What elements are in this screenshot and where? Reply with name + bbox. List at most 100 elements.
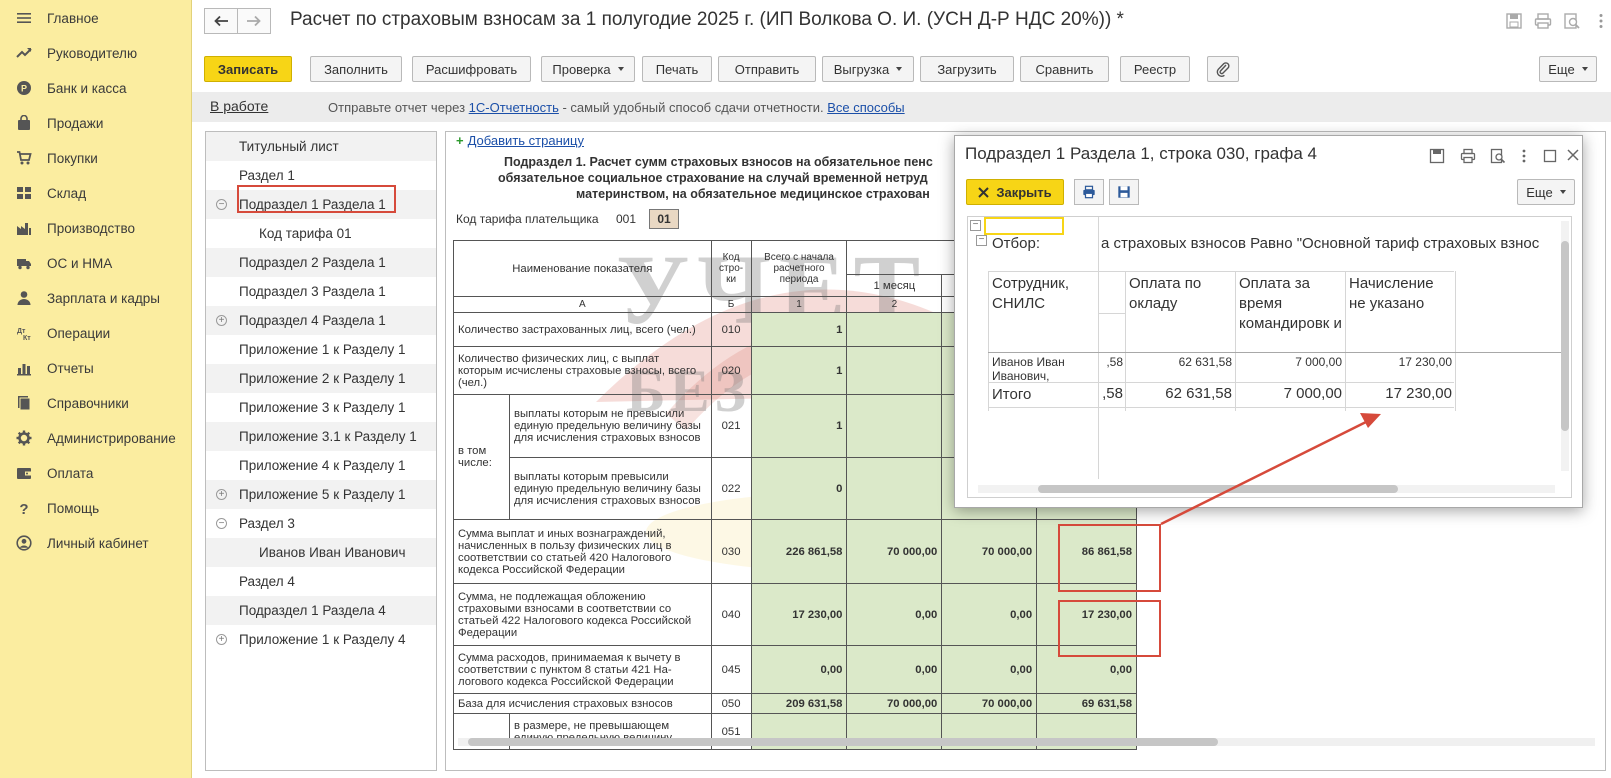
kebab-icon[interactable]: [1518, 148, 1530, 164]
cell[interactable]: 0,00: [941, 583, 1038, 646]
tree-item[interactable]: Подраздел 2 Раздела 1: [206, 248, 436, 277]
maximize-icon[interactable]: [1542, 148, 1558, 164]
sidebar-item-assets[interactable]: ОС и НМА: [0, 245, 192, 281]
cell[interactable]: 1: [750, 346, 848, 395]
tree-item[interactable]: Иванов Иван Иванович: [206, 538, 436, 567]
tree-item[interactable]: − Раздел 3: [206, 509, 436, 538]
sidebar-item-warehouse[interactable]: Склад: [0, 175, 192, 211]
cell[interactable]: 0,00: [1036, 645, 1137, 694]
cell[interactable]: 1: [750, 312, 848, 347]
tree-item[interactable]: Подраздел 3 Раздела 1: [206, 277, 436, 306]
cell[interactable]: [846, 346, 943, 395]
collapse-icon[interactable]: −: [216, 518, 227, 529]
save-button[interactable]: Записать: [204, 56, 292, 82]
tree-item-selected[interactable]: − Подраздел 1 Раздела 1: [206, 190, 436, 219]
decode-button[interactable]: Расшифровать: [412, 56, 531, 82]
collapse-icon[interactable]: −: [976, 235, 987, 246]
sidebar-item-manager[interactable]: Руководителю: [0, 35, 192, 71]
compare-button[interactable]: Сравнить: [1020, 56, 1109, 82]
cell[interactable]: 69 631,58: [1036, 693, 1137, 714]
sidebar-item-operations[interactable]: Дт Кт Операции: [0, 315, 192, 351]
tree-item[interactable]: Раздел 4: [206, 567, 436, 596]
tree-item[interactable]: Приложение 2 к Разделу 1: [206, 364, 436, 393]
cell[interactable]: 70 000,00: [846, 693, 943, 714]
cell[interactable]: 17 230,00: [750, 583, 848, 646]
popup-more-button[interactable]: Еще: [1517, 179, 1575, 205]
cell-highlighted[interactable]: 86 861,58: [1036, 519, 1137, 584]
fill-button[interactable]: Заполнить: [310, 56, 402, 82]
add-page-link[interactable]: + Добавить страницу: [456, 133, 584, 148]
cell[interactable]: 7 000,00: [1236, 355, 1342, 369]
back-button[interactable]: [204, 8, 238, 34]
tree-item[interactable]: Подраздел 1 Раздела 4: [206, 596, 436, 625]
forward-button[interactable]: [237, 8, 271, 34]
print-icon[interactable]: [1534, 12, 1552, 30]
collapse-icon[interactable]: −: [970, 220, 981, 231]
registry-button[interactable]: Реестр: [1120, 56, 1190, 82]
cell[interactable]: 70 000,00: [846, 519, 943, 584]
cell[interactable]: 226 861,58: [750, 519, 848, 584]
cell-highlighted[interactable]: 17 230,00: [1036, 583, 1137, 646]
load-button[interactable]: Загрузить: [920, 56, 1014, 82]
sidebar-item-sales[interactable]: Продажи: [0, 105, 192, 141]
expand-icon[interactable]: +: [216, 315, 227, 326]
sidebar-item-help[interactable]: ? Помощь: [0, 490, 192, 526]
more-button[interactable]: Еще: [1539, 56, 1597, 82]
sidebar-item-production[interactable]: Производство: [0, 210, 192, 246]
save-button[interactable]: [1109, 179, 1139, 205]
cell[interactable]: 0,00: [846, 583, 943, 646]
kebab-icon[interactable]: [1592, 12, 1610, 30]
close-button[interactable]: Закрыть: [966, 179, 1064, 205]
cell[interactable]: 0,00: [750, 645, 848, 694]
scrollbar-thumb[interactable]: [468, 738, 1218, 746]
tree-item[interactable]: + Приложение 1 к Разделу 4: [206, 625, 436, 654]
vertical-scrollbar[interactable]: [1561, 221, 1569, 471]
print-icon[interactable]: [1460, 148, 1476, 164]
status-link[interactable]: В работе: [210, 98, 268, 114]
sidebar-item-salary[interactable]: Зарплата и кадры: [0, 280, 192, 316]
cell[interactable]: 0,00: [941, 645, 1038, 694]
expand-icon[interactable]: +: [216, 634, 227, 645]
tree-item[interactable]: Код тарифа 01: [206, 219, 436, 248]
attach-button[interactable]: [1207, 56, 1239, 82]
collapse-icon[interactable]: −: [216, 199, 227, 210]
preview-icon[interactable]: [1490, 148, 1506, 164]
horizontal-scrollbar[interactable]: [978, 485, 1555, 493]
cell[interactable]: [846, 457, 943, 520]
sidebar-item-reports[interactable]: Отчеты: [0, 350, 192, 386]
check-button[interactable]: Проверка: [541, 56, 635, 82]
tree-item[interactable]: Приложение 4 к Разделу 1: [206, 451, 436, 480]
send-button[interactable]: Отправить: [718, 56, 816, 82]
print-button[interactable]: [1074, 179, 1104, 205]
selected-cell[interactable]: [984, 217, 1064, 235]
export-button[interactable]: Выгрузка: [822, 56, 914, 82]
preview-icon[interactable]: [1563, 12, 1581, 30]
cell[interactable]: 0,00: [846, 645, 943, 694]
cell[interactable]: 62 631,58: [1126, 355, 1232, 369]
all-methods-link[interactable]: Все способы: [827, 100, 904, 115]
cell[interactable]: [846, 312, 943, 347]
print-button[interactable]: Печать: [642, 56, 712, 82]
tree-item[interactable]: Приложение 1 к Разделу 1: [206, 335, 436, 364]
cell[interactable]: 70 000,00: [941, 519, 1038, 584]
tree-item[interactable]: Раздел 1: [206, 161, 436, 190]
employee-name[interactable]: Иванов Иван Иванович,: [992, 355, 1097, 383]
horizontal-scrollbar[interactable]: [458, 738, 1595, 746]
save-icon[interactable]: [1505, 12, 1523, 30]
sidebar-item-main[interactable]: Главное: [0, 0, 192, 36]
cell[interactable]: 1: [750, 394, 848, 458]
cell[interactable]: [846, 394, 943, 458]
cell[interactable]: 17 230,00: [1346, 355, 1452, 369]
tree-item[interactable]: Титульный лист: [206, 132, 436, 161]
sidebar-item-payment[interactable]: Оплата: [0, 455, 192, 491]
expand-icon[interactable]: +: [216, 489, 227, 500]
close-icon[interactable]: [1566, 148, 1580, 162]
save-icon[interactable]: [1429, 148, 1445, 164]
sidebar-item-purchases[interactable]: Покупки: [0, 140, 192, 176]
sidebar-item-directories[interactable]: Справочники: [0, 385, 192, 421]
tree-item[interactable]: + Подраздел 4 Раздела 1: [206, 306, 436, 335]
tree-item[interactable]: Приложение 3.1 к Разделу 1: [206, 422, 436, 451]
tree-item[interactable]: + Приложение 5 к Разделу 1: [206, 480, 436, 509]
scrollbar-thumb[interactable]: [1561, 241, 1569, 431]
1c-reporting-link[interactable]: 1С-Отчетность: [469, 100, 559, 115]
